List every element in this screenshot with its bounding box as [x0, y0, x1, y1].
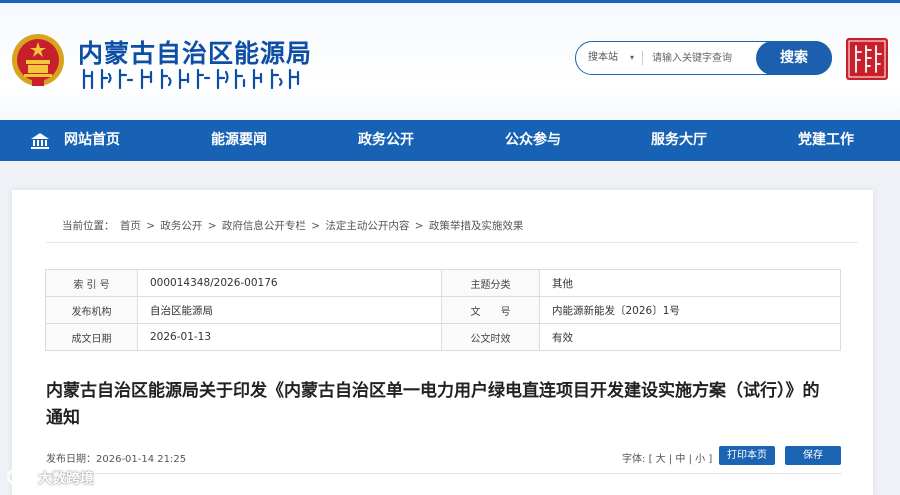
breadcrumb-link-statutory-disclosure[interactable]: 法定主动公开内容: [325, 220, 409, 232]
search-button[interactable]: 搜索: [756, 41, 832, 75]
bracket: ]: [708, 454, 713, 465]
watermark-text: 大数跨境: [38, 471, 94, 487]
meta-label-issuer: 发布机构: [45, 296, 138, 324]
mongolian-script-logo: [82, 68, 300, 90]
content-card: 当前位置： 首页 > 政务公开 > 政府信息公开专栏 > 法定主动公开内容 > …: [12, 190, 873, 495]
watermark-logo-icon: [6, 469, 32, 485]
national-emblem-icon[interactable]: [10, 30, 66, 90]
publish-date: 发布日期：2026-01-14 21:25: [46, 454, 187, 465]
print-page-button[interactable]: 打印本页: [719, 446, 775, 465]
breadcrumb-separator: >: [207, 220, 217, 232]
breadcrumb-separator: >: [146, 220, 155, 232]
document-metadata-table: 索 引 号 000014348/2026-00176 主题分类 其他 发布机构 …: [45, 269, 841, 351]
bracket: [: [648, 454, 656, 465]
home-icon[interactable]: [31, 133, 49, 149]
search-input[interactable]: [652, 48, 752, 68]
mongolian-seal-logo[interactable]: [846, 38, 888, 80]
meta-value-document-number: 内能源新能发〔2026〕1号: [539, 296, 841, 324]
nav-item-public-participation[interactable]: 公众参与: [505, 120, 561, 161]
search-scope-select[interactable]: 搜本站: [588, 42, 618, 74]
table-row: 发布机构 自治区能源局 文 号 内能源新能发〔2026〕1号: [45, 296, 841, 324]
breadcrumb-separator: >: [414, 220, 424, 232]
breadcrumb-divider: [46, 242, 858, 243]
breadcrumb-prefix: 当前位置：: [62, 220, 115, 232]
table-row: 索 引 号 000014348/2026-00176 主题分类 其他: [45, 269, 841, 297]
breadcrumb-link-policy-measures[interactable]: 政策举措及实施效果: [429, 220, 524, 232]
nav-item-home[interactable]: 网站首页: [64, 120, 120, 161]
nav-item-government-affairs[interactable]: 政务公开: [358, 120, 414, 161]
meta-value-index-number: 000014348/2026-00176: [137, 269, 442, 297]
font-size-control: 字体: [ 大 | 中 | 小 ]: [622, 450, 712, 465]
breadcrumb-separator: >: [311, 220, 320, 232]
search-divider: [642, 51, 643, 65]
meta-label-written-date: 成文日期: [45, 323, 138, 351]
meta-value-category: 其他: [539, 269, 841, 297]
breadcrumb-link-info-disclosure[interactable]: 政府信息公开专栏: [222, 220, 306, 232]
font-size-label: 字体:: [622, 454, 646, 465]
watermark: 大数跨境: [6, 466, 126, 490]
site-header: 内蒙古自治区能源局 搜本站 ▾ 搜索: [0, 0, 900, 120]
meta-label-category: 主题分类: [441, 269, 540, 297]
meta-value-validity: 有效: [539, 323, 841, 351]
nav-item-energy-news[interactable]: 能源要闻: [211, 120, 267, 161]
meta-label-document-number: 文 号: [441, 296, 540, 324]
font-size-medium-button[interactable]: 中: [675, 454, 685, 465]
meta-value-written-date: 2026-01-13: [137, 323, 442, 351]
main-nav: 网站首页 能源要闻 政务公开 公众参与 服务大厅 党建工作: [0, 120, 900, 161]
breadcrumb-link-government-affairs[interactable]: 政务公开: [160, 220, 202, 232]
caret-down-icon[interactable]: ▾: [630, 42, 634, 74]
meta-label-validity: 公文时效: [441, 323, 540, 351]
meta-label-index-number: 索 引 号: [45, 269, 138, 297]
breadcrumb-link-home[interactable]: 首页: [120, 220, 141, 232]
breadcrumb: 当前位置： 首页 > 政务公开 > 政府信息公开专栏 > 法定主动公开内容 > …: [62, 218, 525, 233]
divider: [46, 473, 842, 474]
search-box: 搜本站 ▾ 搜索: [575, 41, 832, 75]
font-size-small-button[interactable]: 小: [695, 454, 705, 465]
save-button[interactable]: 保存: [785, 446, 841, 465]
nav-item-service-hall[interactable]: 服务大厅: [651, 120, 707, 161]
font-size-large-button[interactable]: 大: [656, 454, 666, 465]
meta-value-issuer: 自治区能源局: [137, 296, 442, 324]
site-title[interactable]: 内蒙古自治区能源局: [78, 34, 312, 70]
table-row: 成文日期 2026-01-13 公文时效 有效: [45, 323, 841, 351]
top-accent-line: [0, 0, 900, 3]
document-title: 内蒙古自治区能源局关于印发《内蒙古自治区单一电力用户绿电直连项目开发建设实施方案…: [46, 381, 820, 428]
nav-item-party-building[interactable]: 党建工作: [798, 120, 854, 161]
